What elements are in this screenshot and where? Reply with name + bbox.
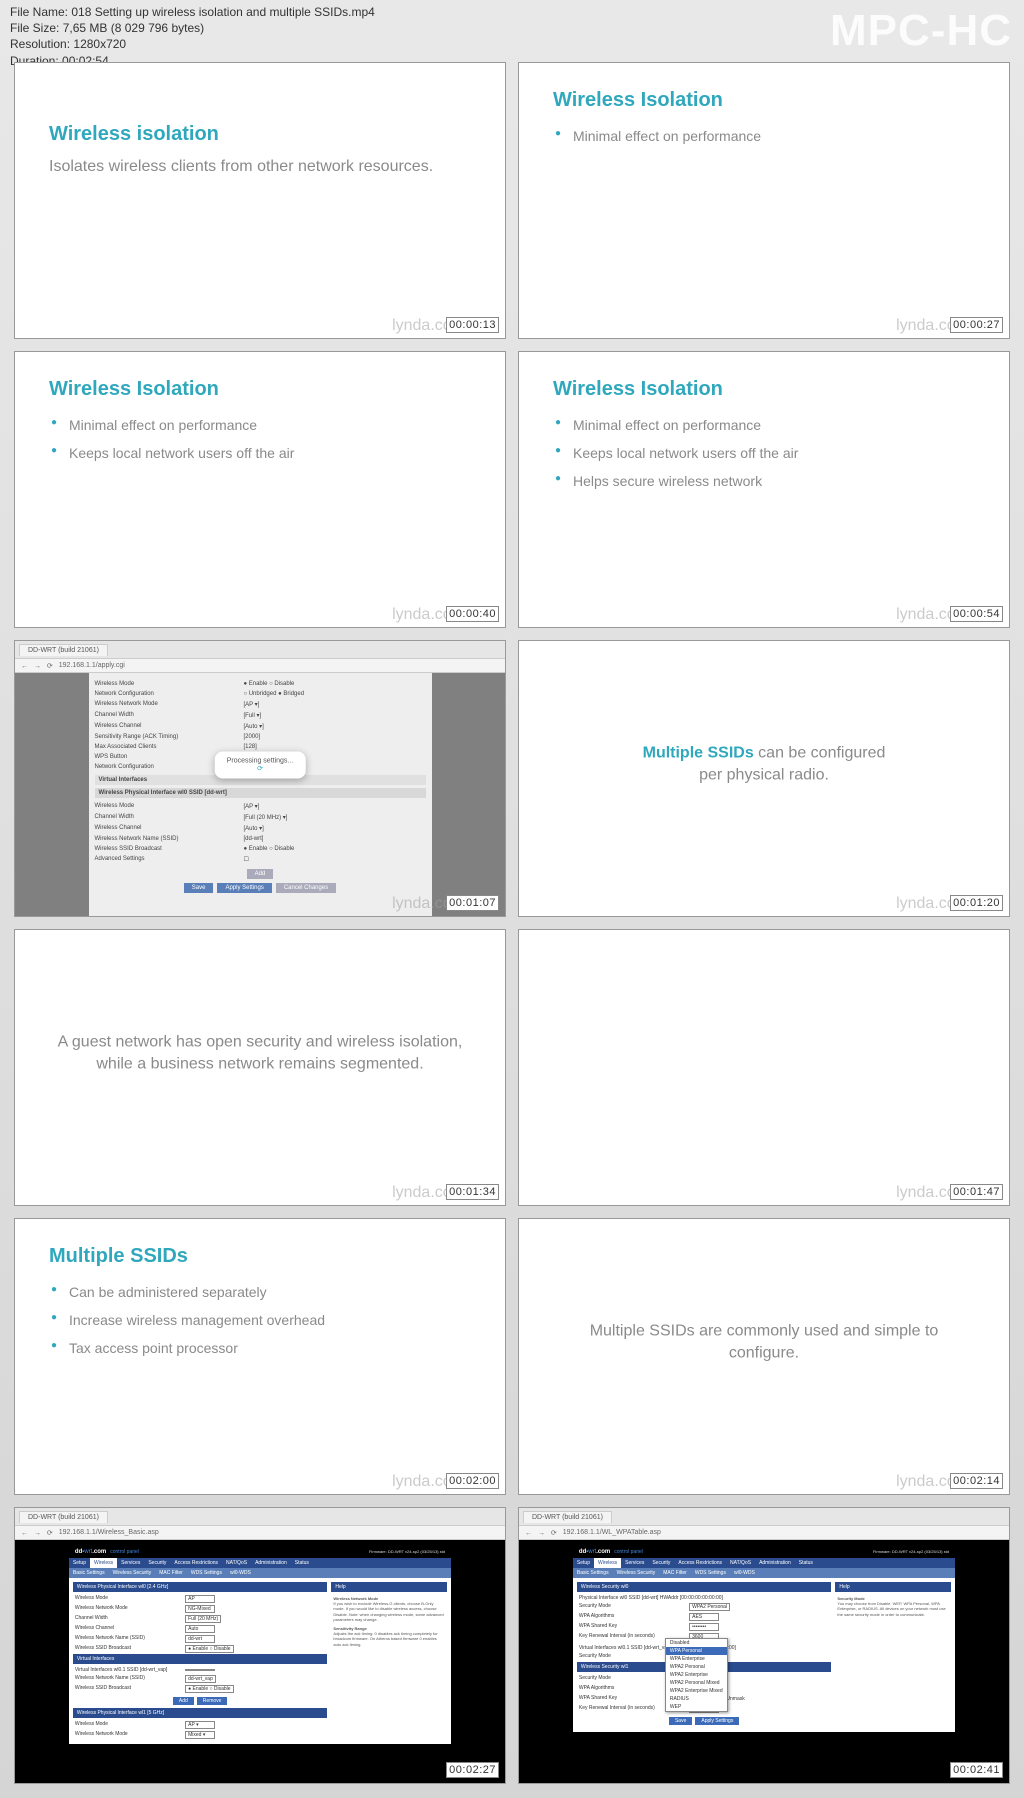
thumbnail-5[interactable]: DD-WRT (build 21061) ← → ⟳ 192.168.1.1/a… <box>14 640 506 917</box>
security-mode-dropdown[interactable]: DisabledWPA PersonalWPA EnterpriseWPA2 P… <box>665 1638 728 1712</box>
nav-arrows-icon: ← → ⟳ <box>21 662 55 670</box>
bullet: Tax access point processor <box>49 1334 471 1362</box>
timestamp: 00:02:14 <box>950 1473 1003 1489</box>
browser-tab[interactable]: DD-WRT (build 21061) <box>523 1511 612 1523</box>
thumbnail-8[interactable]: lynda.com 00:01:47 <box>518 929 1010 1206</box>
browser-tab[interactable]: DD-WRT (build 21061) <box>19 1511 108 1523</box>
bullet: Minimal effect on performance <box>553 122 975 150</box>
timestamp: 00:00:27 <box>950 317 1003 333</box>
thumbnail-10[interactable]: Multiple SSIDs are commonly used and sim… <box>518 1218 1010 1495</box>
browser-tab-bar: DD-WRT (build 21061) <box>15 641 505 659</box>
thumbnail-2[interactable]: Wireless Isolation Minimal effect on per… <box>518 62 1010 339</box>
thumbnail-3[interactable]: Wireless Isolation Minimal effect on per… <box>14 351 506 628</box>
timestamp: 00:02:41 <box>950 1762 1003 1778</box>
bullet: Can be administered separately <box>49 1278 471 1306</box>
timestamp: 00:01:07 <box>446 895 499 911</box>
bullet: Minimal effect on performance <box>49 411 471 439</box>
browser-tab-bar: DD-WRT (build 21061) <box>15 1508 505 1526</box>
timestamp: 00:02:27 <box>446 1762 499 1778</box>
thumbnail-9[interactable]: Multiple SSIDs Can be administered separ… <box>14 1218 506 1495</box>
browser-tab-bar: DD-WRT (build 21061) <box>519 1508 1009 1526</box>
processing-popup: Processing settings...⟳ <box>215 752 306 779</box>
center-text: A guest network has open security and wi… <box>52 1031 469 1076</box>
file-metadata: File Name: 018 Setting up wireless isola… <box>10 4 375 69</box>
bullet: Helps secure wireless network <box>553 467 975 495</box>
nav-arrows-icon: ← → ⟳ <box>21 1529 55 1537</box>
slide-title: Wireless Isolation <box>49 378 471 401</box>
center-text: Multiple SSIDs are commonly used and sim… <box>556 1320 973 1365</box>
thumbnail-7[interactable]: A guest network has open security and wi… <box>14 929 506 1206</box>
slide-title: Wireless isolation <box>49 123 471 146</box>
slide-subtitle: Isolates wireless clients from other net… <box>49 156 471 178</box>
timestamp: 00:01:34 <box>446 1184 499 1200</box>
bullet: Increase wireless management overhead <box>49 1306 471 1334</box>
bullet: Keeps local network users off the air <box>49 439 471 467</box>
thumbnail-1[interactable]: Wireless isolation Isolates wireless cli… <box>14 62 506 339</box>
timestamp: 00:00:54 <box>950 606 1003 622</box>
bullet: Minimal effect on performance <box>553 411 975 439</box>
browser-tab[interactable]: DD-WRT (build 21061) <box>19 644 108 656</box>
browser-address-bar[interactable]: ← → ⟳ 192.168.1.1/WL_WPATable.asp <box>519 1526 1009 1540</box>
thumbnail-12[interactable]: DD-WRT (build 21061) ← → ⟳ 192.168.1.1/W… <box>518 1507 1010 1784</box>
nav-arrows-icon: ← → ⟳ <box>525 1529 559 1537</box>
center-text: Multiple SSIDs can be configuredper phys… <box>556 742 973 787</box>
timestamp: 00:01:20 <box>950 895 1003 911</box>
slide-title: Wireless Isolation <box>553 89 975 112</box>
thumbnail-11[interactable]: DD-WRT (build 21061) ← → ⟳ 192.168.1.1/W… <box>14 1507 506 1784</box>
timestamp: 00:00:13 <box>446 317 499 333</box>
thumbnail-4[interactable]: Wireless Isolation Minimal effect on per… <box>518 351 1010 628</box>
thumbnail-6[interactable]: Multiple SSIDs can be configuredper phys… <box>518 640 1010 917</box>
browser-address-bar[interactable]: ← → ⟳ 192.168.1.1/Wireless_Basic.asp <box>15 1526 505 1540</box>
slide-title: Multiple SSIDs <box>49 1245 471 1268</box>
timestamp: 00:02:00 <box>446 1473 499 1489</box>
timestamp: 00:01:47 <box>950 1184 1003 1200</box>
browser-address-bar[interactable]: ← → ⟳ 192.168.1.1/apply.cgi <box>15 659 505 673</box>
thumbnail-grid: Wireless isolation Isolates wireless cli… <box>14 62 1010 1784</box>
mpc-hc-logo: MPC-HC <box>830 6 1012 56</box>
timestamp: 00:00:40 <box>446 606 499 622</box>
bullet: Keeps local network users off the air <box>553 439 975 467</box>
slide-title: Wireless Isolation <box>553 378 975 401</box>
